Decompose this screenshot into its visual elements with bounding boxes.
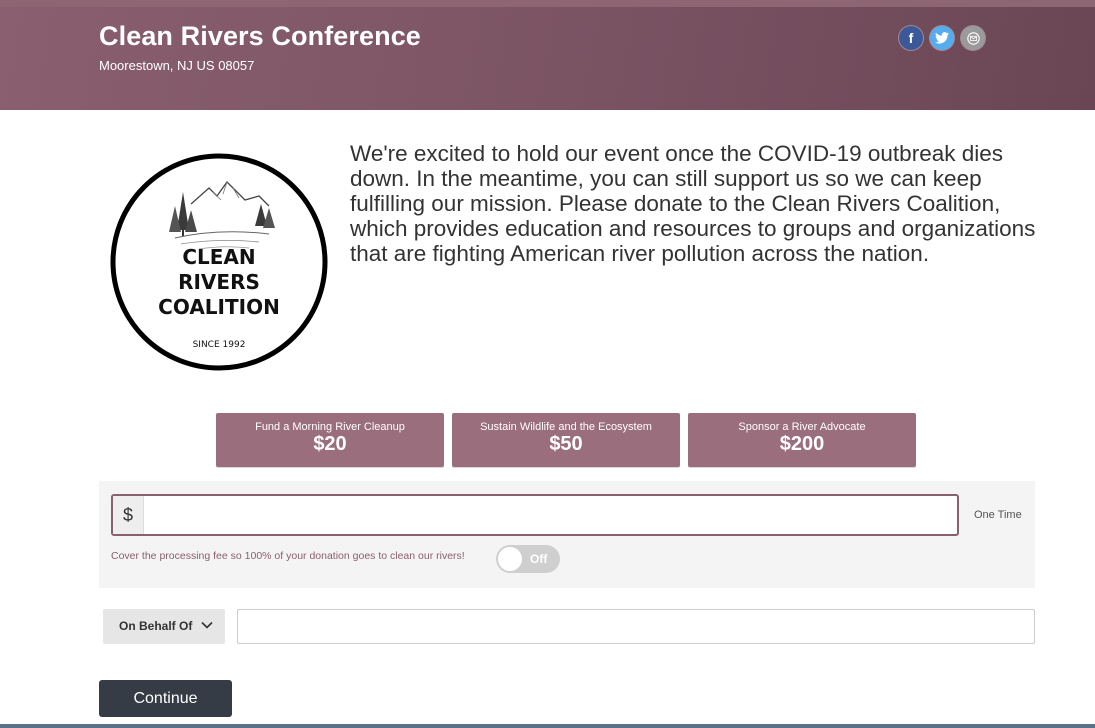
on-behalf-of-label: On Behalf Of — [119, 619, 193, 633]
frequency-label: One Time — [974, 509, 1022, 521]
logo-line-coalition: COALITION — [158, 295, 280, 319]
processing-fee-text: Cover the processing fee so 100% of your… — [111, 550, 465, 562]
donation-panel: $ One Time Cover the processing fee so 1… — [99, 481, 1035, 588]
amount-label: Sustain Wildlife and the Ecosystem — [480, 421, 652, 433]
amount-value: $200 — [779, 433, 825, 455]
chevron-down-icon — [201, 621, 213, 629]
amount-value: $50 — [549, 433, 583, 455]
twitter-icon — [935, 32, 949, 44]
amount-label: Fund a Morning River Cleanup — [255, 421, 405, 433]
amount-value: $20 — [313, 433, 347, 455]
top-strip — [0, 0, 1095, 7]
donation-amount-button-20[interactable]: Fund a Morning River Cleanup $20 — [216, 413, 444, 467]
event-description: We're excited to hold our event once the… — [350, 141, 1036, 266]
on-behalf-of-name-input[interactable] — [237, 609, 1035, 644]
logo-since: SINCE 1992 — [193, 340, 246, 350]
twitter-share-button[interactable] — [930, 26, 954, 50]
donation-amount-button-200[interactable]: Sponsor a River Advocate $200 — [688, 413, 916, 467]
facebook-icon: f — [908, 30, 914, 46]
on-behalf-of-select[interactable]: On Behalf Of — [103, 609, 225, 644]
currency-symbol: $ — [113, 496, 144, 534]
email-share-button[interactable] — [961, 26, 985, 50]
clean-rivers-coalition-logo: CLEAN RIVERS COALITION SINCE 1992 — [109, 152, 329, 372]
donation-amount-button-50[interactable]: Sustain Wildlife and the Ecosystem $50 — [452, 413, 680, 467]
email-icon — [966, 31, 980, 45]
processing-fee-toggle[interactable]: Off — [496, 545, 560, 573]
toggle-state-label: Off — [530, 552, 548, 566]
event-location: Moorestown, NJ US 08057 — [99, 58, 255, 73]
continue-button[interactable]: Continue — [99, 680, 232, 717]
amount-label: Sponsor a River Advocate — [738, 421, 866, 433]
facebook-share-button[interactable]: f — [899, 26, 923, 50]
event-header: Clean Rivers Conference Moorestown, NJ U… — [0, 7, 1095, 110]
event-title: Clean Rivers Conference — [99, 21, 421, 51]
donation-amount-input[interactable] — [145, 496, 953, 534]
amount-field-wrapper: $ — [111, 494, 959, 536]
logo-line-rivers: RIVERS — [178, 270, 260, 294]
logo-line-clean: CLEAN — [182, 245, 255, 269]
bottom-edge — [0, 724, 1095, 728]
toggle-knob — [498, 547, 522, 571]
